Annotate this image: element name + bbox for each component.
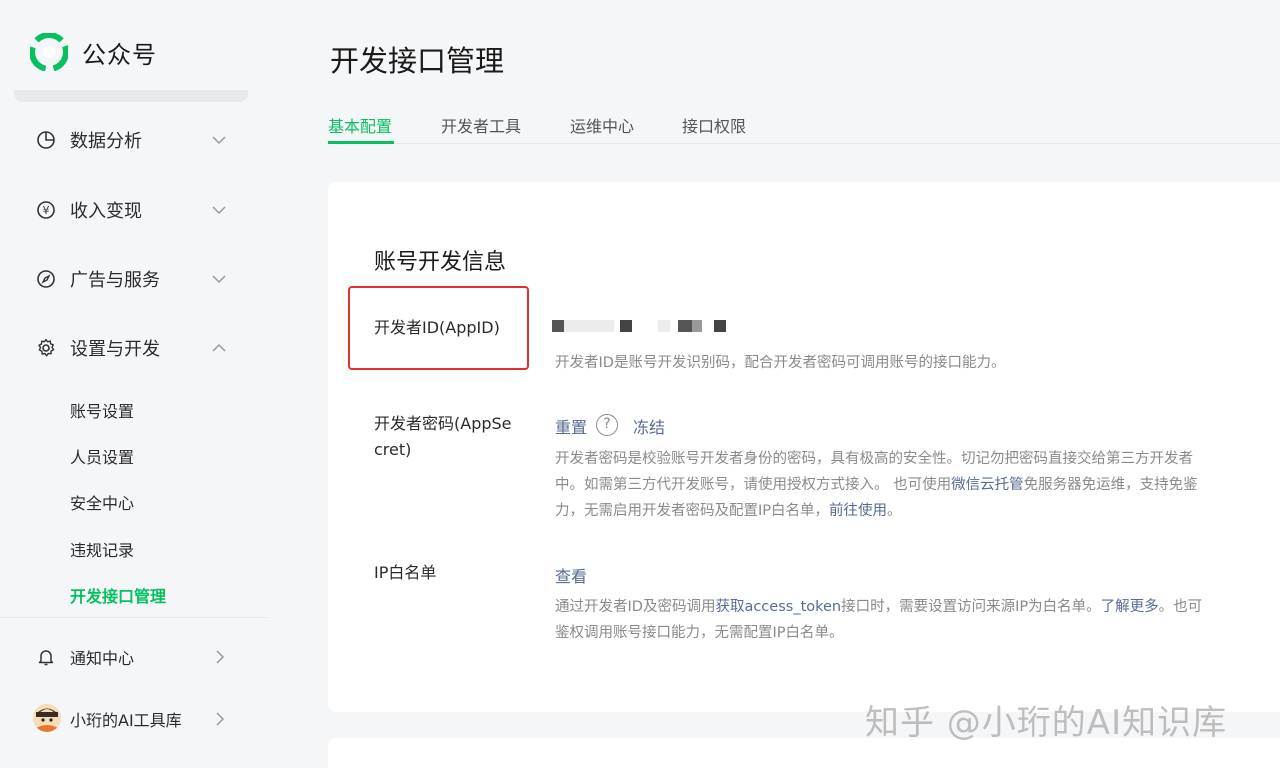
nav-group-label: 收入变现 [70,201,142,222]
chevron-right-icon [216,712,225,726]
chevron-down-icon [212,275,226,284]
bell-icon [38,650,54,666]
sidebar: 公众号 数据分析 ¥ 收入变现 广告与服务 设置与开发 账号设置 人员设置 安全… [0,0,268,768]
view-ip-whitelist-button[interactable]: 查看 [555,563,587,587]
desc-text: 免服务器免运维，支持免鉴 [1023,477,1198,493]
mask-block [552,320,564,332]
section-title: 账号开发信息 [374,250,507,275]
nav-group-label: 广告与服务 [70,270,160,291]
watermark: 知乎 @小珩的AI知识库 [865,703,1228,743]
account-dev-info-card: 账号开发信息 开发者ID(AppID) 开发者ID是账号开发识别码，配合开发者密… [328,182,1280,712]
go-use-link[interactable]: 前往使用 [829,503,887,519]
nav-group-label: 设置与开发 [70,339,160,360]
mask-block [692,320,702,332]
chevron-down-icon [212,136,226,145]
mask-block [658,320,670,332]
tab-developer-tools[interactable]: 开发者工具 [441,113,521,137]
appsecret-description-line2: 中。如需第三方代开发账号，请使用授权方式接入。 也可使用微信云托管免服务器免运维… [555,472,1198,498]
active-tab-indicator [328,141,394,144]
ip-whitelist-label: IP白名单 [374,563,437,582]
brand-name: 公众号 [82,40,157,69]
desc-text: 中。如需第三方代开发账号，请使用授权方式接入。 也可使用 [555,477,952,493]
tab-bar: 基本配置 开发者工具 运维中心 接口权限 [328,108,1280,144]
sidebar-item-dev-interface-management[interactable]: 开发接口管理 [70,583,166,607]
chevron-up-icon [212,343,226,352]
appid-value-masked [552,320,732,332]
wechat-official-account-logo-icon [30,33,68,71]
sidebar-divider [0,617,268,618]
reset-secret-button[interactable]: 重置 [555,414,587,438]
desc-text: 接口时，需要设置访问来源IP为白名单。 [841,599,1101,615]
page-title: 开发接口管理 [330,44,505,78]
nav-group-settings-dev[interactable]: 设置与开发 [0,328,268,368]
gear-icon [38,338,55,357]
mask-block [564,320,614,332]
appsecret-description-line1: 开发者密码是校验账号开发者身份的密码，具有极高的安全性。切记勿把密码直接交给第三… [555,451,1193,467]
brand-underbar [14,90,248,102]
mask-block [714,320,726,332]
avatar-image-icon [33,704,61,732]
nav-group-data-analysis[interactable]: 数据分析 [0,120,268,160]
compass-icon [37,270,55,288]
appsecret-label-line2: cret) [374,440,412,459]
ip-whitelist-description-line2: 鉴权调用账号接口能力，无需配置IP白名单。 [555,625,844,641]
mask-block [620,320,632,332]
nav-notification-center[interactable]: 通知中心 [0,637,268,677]
ip-whitelist-description-line1: 通过开发者ID及密码调用获取access_token接口时，需要设置访问来源IP… [555,594,1202,620]
sidebar-item-member-settings[interactable]: 人员设置 [70,444,134,468]
desc-text: 力，无需启用开发者密码及配置IP白名单， [555,503,830,519]
brand[interactable]: 公众号 [30,32,157,72]
get-access-token-link[interactable]: 获取access_token [715,599,841,615]
mask-block [678,320,692,332]
chevron-down-icon [212,206,226,215]
desc-text: 。 [887,503,902,519]
nav-group-monetization[interactable]: ¥ 收入变现 [0,190,268,230]
chevron-right-icon [216,650,225,664]
appid-label: 开发者ID(AppID) [374,318,500,337]
nav-notification-label: 通知中心 [70,649,135,668]
appid-description: 开发者ID是账号开发识别码，配合开发者密码可调用账号的接口能力。 [555,355,1006,371]
freeze-secret-button[interactable]: 冻结 [633,414,665,438]
yen-icon: ¥ [37,201,55,219]
avatar[interactable] [33,704,61,732]
appsecret-description-line3: 力，无需启用开发者密码及配置IP白名单，前往使用。 [555,498,902,524]
desc-text: 通过开发者ID及密码调用 [555,599,716,615]
nav-group-ads-services[interactable]: 广告与服务 [0,259,268,299]
account-name: 小珩的AI工具库 [70,711,182,730]
learn-more-link[interactable]: 了解更多 [1101,599,1159,615]
nav-group-label: 数据分析 [70,131,142,152]
wechat-cloud-hosting-link[interactable]: 微信云托管 [951,477,1024,493]
sidebar-item-violation-records[interactable]: 违规记录 [70,537,134,561]
help-icon[interactable]: ? [596,414,618,436]
tab-basic-config[interactable]: 基本配置 [328,113,392,137]
sidebar-item-account-settings[interactable]: 账号设置 [70,398,134,422]
pie-chart-icon [37,131,55,149]
sidebar-item-security-center[interactable]: 安全中心 [70,490,134,514]
tab-interface-permissions[interactable]: 接口权限 [682,113,746,137]
svg-text:¥: ¥ [43,204,50,217]
desc-text: 。也可 [1158,599,1203,615]
tab-ops-center[interactable]: 运维中心 [570,113,634,137]
appsecret-label-line1: 开发者密码(AppSe [374,414,512,433]
